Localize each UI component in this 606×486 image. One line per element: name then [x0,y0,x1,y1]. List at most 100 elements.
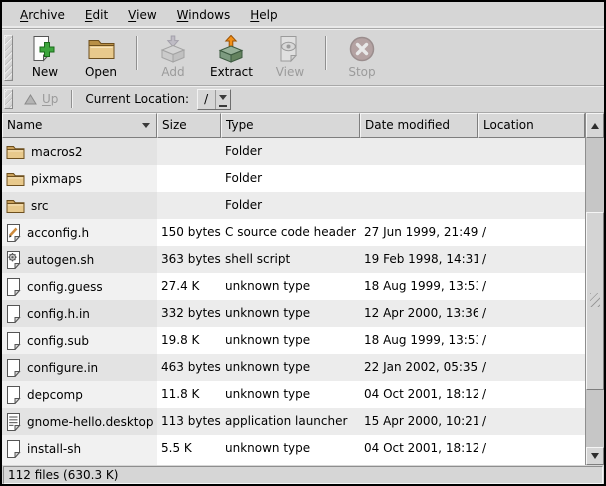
folder-icon [6,144,25,160]
triangle-up-icon [591,119,599,129]
open-button[interactable]: Open [78,33,124,80]
menu-archive[interactable]: Archive [12,5,73,25]
scroll-down-button[interactable] [586,447,604,465]
chevron-down-icon [219,95,227,104]
file-type-cell: Folder [221,192,360,219]
file-type-cell: unknown type [221,435,360,462]
file-type-cell: C source code header [221,219,360,246]
file-type-cell: Folder [221,138,360,165]
toolbar-button-label: Open [85,65,117,79]
table-row[interactable]: configure.in463 bytesunknown type22 Jan … [2,354,585,381]
file-date-cell: 12 Apr 2000, 13:36 [360,300,478,327]
status-bar: 112 files (630.3 K) [3,466,603,484]
file-date-cell [360,165,478,192]
file-location-cell: / [478,219,585,246]
file-location-cell: / [478,327,585,354]
file-type-cell: application launcher [221,408,360,435]
location-combo[interactable]: / [197,89,231,110]
table-row[interactable]: config.h.in332 bytesunknown type12 Apr 2… [2,300,585,327]
column-header-label: Name [7,118,42,132]
table-row[interactable]: config.sub19.8 Kunknown type18 Aug 1999,… [2,327,585,354]
table-row[interactable]: depcomp11.8 Kunknown type04 Oct 2001, 18… [2,381,585,408]
file-type-cell: Folder [221,165,360,192]
file-name: src [31,199,49,213]
archive-manager-window: ArchiveEditViewWindowsHelp New Open Add … [0,0,606,486]
file-date-cell: 19 Feb 1998, 14:31 [360,246,478,273]
document-file-icon [6,386,21,404]
file-name: config.guess [27,280,103,294]
file-name: acconfig.h [27,226,89,240]
view-button: View [267,33,313,80]
table-row[interactable]: macros2Folder [2,138,585,165]
file-size-cell: 113 bytes [157,408,221,435]
location-bar-drag-handle[interactable] [4,89,13,109]
file-location-cell [478,165,585,192]
new-button[interactable]: New [22,33,68,80]
document-file-icon [6,359,21,377]
file-name-cell: acconfig.h [2,219,157,246]
table-row[interactable]: install-sh5.5 Kunknown type04 Oct 2001, … [2,435,585,462]
location-combo-dropdown-button[interactable] [215,90,230,109]
file-size-cell [157,138,221,165]
file-name: gnome-hello.desktop [27,415,153,429]
toolbar-drag-handle[interactable] [4,35,13,81]
toolbar-button-label: Add [161,65,184,79]
file-size-cell: 5.5 K [157,435,221,462]
table-row[interactable]: autogen.sh363 bytesshell script19 Feb 19… [2,246,585,273]
column-header-label: Type [226,118,254,132]
file-location-cell: / [478,246,585,273]
location-bar: Up Current Location: / [2,86,604,113]
toolbar-button-label: Extract [210,65,253,79]
file-location-cell: / [478,408,585,435]
table-row[interactable]: acconfig.h150 bytesC source code header2… [2,219,585,246]
file-date-cell: 15 Apr 2000, 10:21 [360,408,478,435]
file-name-cell: gnome-hello.desktop [2,408,157,435]
table-row[interactable]: pixmaps Folder [2,165,585,192]
stop-button: Stop [339,33,385,80]
extract-button[interactable]: Extract [206,33,257,80]
column-header-size[interactable]: Size [157,113,221,138]
partial-row[interactable] [2,462,585,465]
file-size-cell: 27.4 K [157,273,221,300]
column-header-date-modified[interactable]: Date modified [360,113,478,138]
view-file-icon [278,34,302,64]
file-size-cell [157,192,221,219]
current-location-label: Current Location: [85,92,189,106]
file-name-cell: config.sub [2,327,157,354]
file-size-cell: 463 bytes [157,354,221,381]
column-header-label: Size [162,118,187,132]
file-location-cell: / [478,273,585,300]
file-date-cell: 18 Aug 1999, 13:53 [360,273,478,300]
scroll-up-button[interactable] [586,113,604,138]
file-name-cell: config.h.in [2,300,157,327]
triangle-down-icon [591,453,599,463]
file-size-cell: 332 bytes [157,300,221,327]
stop-icon [348,34,376,64]
menu-help[interactable]: Help [242,5,285,25]
table-row[interactable]: config.guess 27.4 Kunknown type18 Aug 199… [2,273,585,300]
up-button: Up [17,90,65,108]
scrollbar-thumb[interactable] [586,212,604,390]
table-row[interactable]: gnome-hello.desktop 113 bytesapplication … [2,408,585,435]
toolbar: New Open Add Extract View Stop [2,29,604,86]
file-location-cell: / [478,381,585,408]
column-header-name[interactable]: Name [2,113,157,138]
file-name-cell: configure.in [2,354,157,381]
file-type-cell: unknown type [221,273,360,300]
file-type-cell: unknown type [221,354,360,381]
menu-windows[interactable]: Windows [169,5,239,25]
column-header-label: Location [483,118,534,132]
document-file-icon [6,332,21,350]
menu-view[interactable]: View [120,5,164,25]
column-header-location[interactable]: Location [478,113,585,138]
file-name-cell: pixmaps [2,165,157,192]
column-header-type[interactable]: Type [221,113,360,138]
file-type-cell: unknown type [221,300,360,327]
menu-edit[interactable]: Edit [77,5,116,25]
file-name-cell: config.guess [2,273,157,300]
document-file-icon [6,278,21,296]
file-location-cell: / [478,435,585,462]
table-row[interactable]: src Folder [2,192,585,219]
vertical-scrollbar[interactable] [585,113,604,465]
file-type-cell: unknown type [221,327,360,354]
